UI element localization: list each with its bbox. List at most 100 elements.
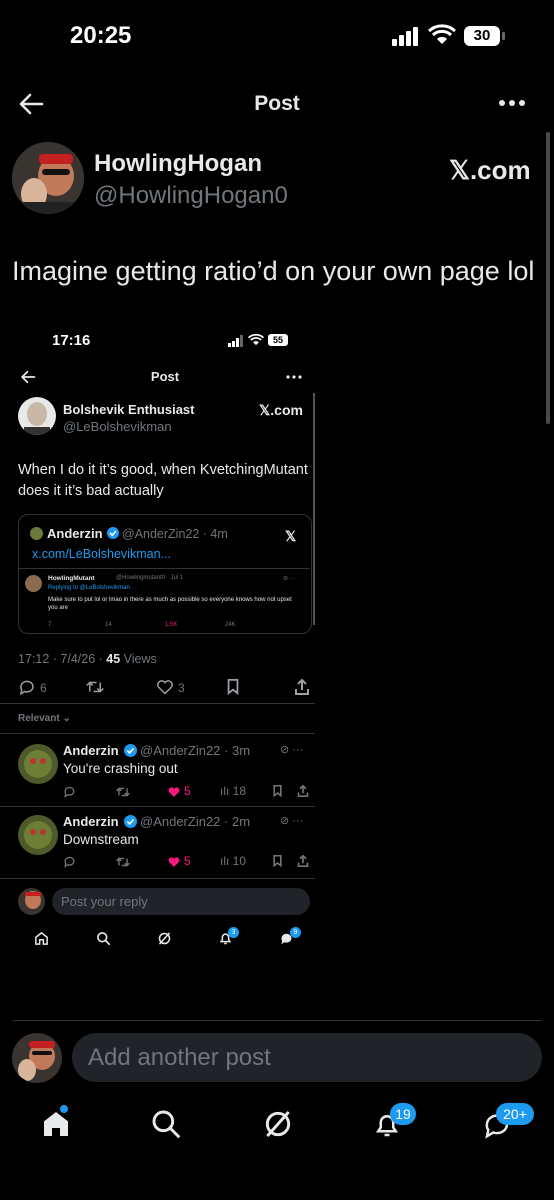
quote-avatar xyxy=(30,527,43,540)
quote-link: x.com/LeBolshevikman... xyxy=(32,547,171,561)
quote-x-icon: 𝕏 xyxy=(285,528,297,544)
embedded-divider xyxy=(0,703,315,704)
reply-text: Downstream xyxy=(63,832,139,847)
quote-inner-text: Make sure to put lol or lmao in there as… xyxy=(48,597,292,611)
embedded-share-icon xyxy=(294,679,310,695)
verified-badge-icon xyxy=(107,527,119,539)
reply-share-icon xyxy=(297,785,309,797)
embedded-like-icon xyxy=(156,679,174,695)
views-icon: ılı xyxy=(220,784,233,798)
reply-author-name: Anderzin xyxy=(63,814,119,829)
embedded-repost-icon xyxy=(86,679,104,695)
embedded-grok-icon xyxy=(157,931,172,946)
reply-more-icon: ⊘ ··· xyxy=(280,744,304,756)
messages-badge: 20+ xyxy=(496,1103,534,1125)
embedded-messages-badge: 9 xyxy=(290,927,301,938)
notifications-badge: 19 xyxy=(390,1103,416,1125)
quote-inner-meta: @Howlingmutant0 · Jul 1 xyxy=(116,575,184,581)
reply-share-icon xyxy=(297,855,309,867)
embedded-page-title: Post xyxy=(150,369,180,384)
embedded-reply-count: 6 xyxy=(40,681,47,695)
reply-more-icon: ⊘ ··· xyxy=(280,815,304,827)
add-another-post-input[interactable]: Add another post xyxy=(72,1033,542,1082)
post-text: Imagine getting ratio’d on your own page… xyxy=(12,256,535,286)
composer-avatar[interactable] xyxy=(12,1033,62,1083)
reply-view-count: ılı 18 xyxy=(220,784,247,798)
embedded-author-name: Bolshevik Enthusiast xyxy=(63,402,195,417)
quote-author-name: Anderzin xyxy=(47,526,103,541)
reply-comment-icon xyxy=(63,785,76,798)
embedded-search-icon xyxy=(96,931,111,946)
embedded-like-count: 3 xyxy=(178,681,185,695)
views-label: Views xyxy=(120,652,157,666)
quote-inner-repost-count: 14 xyxy=(105,622,112,628)
reply-like-icon xyxy=(167,786,181,798)
embedded-status-time: 17:16 xyxy=(52,332,91,349)
page-title: Post xyxy=(254,92,300,115)
battery-indicator: 30 xyxy=(464,26,505,46)
author-name[interactable]: HowlingHogan xyxy=(94,150,262,178)
embedded-composer-avatar xyxy=(18,888,45,915)
reply-like-icon xyxy=(167,856,181,868)
quote-inner-like-count: 1.5K xyxy=(165,622,178,628)
scrollbar[interactable] xyxy=(546,132,550,424)
embedded-author-handle: @LeBolshevikman xyxy=(63,419,172,434)
views-count: 45 xyxy=(106,652,121,666)
signal-icon xyxy=(392,26,420,46)
embedded-divider-2 xyxy=(0,733,315,734)
embedded-author-avatar xyxy=(18,397,56,435)
verified-badge-icon xyxy=(124,744,137,757)
quote-inner-reply-count: 7 xyxy=(48,622,52,628)
reply-bookmark-icon xyxy=(272,855,283,867)
reply-like-count: 5 xyxy=(184,854,191,868)
embedded-notifications-badge: 3 xyxy=(228,927,239,938)
verified-badge-icon xyxy=(124,815,137,828)
reply-repost-icon xyxy=(116,856,130,868)
grok-icon[interactable] xyxy=(262,1108,294,1140)
quote-handle-time: @AnderZin22 · 4m xyxy=(122,527,228,541)
embedded-reply-icon xyxy=(18,678,36,696)
quote-divider xyxy=(18,568,310,569)
views-icon: ılı xyxy=(220,854,233,868)
embedded-bookmark-icon xyxy=(226,679,240,695)
quote-inner-view-count: 24K xyxy=(225,622,236,628)
search-icon[interactable] xyxy=(150,1108,182,1140)
add-post-placeholder: Add another post xyxy=(88,1044,271,1071)
embedded-more-icon xyxy=(286,374,302,380)
author-handle[interactable]: @HowlingHogan0 xyxy=(94,182,288,210)
reply-view-count: ılı 10 xyxy=(220,854,247,868)
reply-divider xyxy=(0,806,315,807)
embedded-signal-icon xyxy=(228,335,244,347)
home-notification-dot xyxy=(60,1105,68,1113)
embedded-reply-box: Post your reply xyxy=(52,888,310,915)
post-timestamp: 17:12 · 7/4/26 · xyxy=(18,652,107,666)
reply-text: You're crashing out xyxy=(63,761,178,776)
author-avatar[interactable] xyxy=(12,142,84,214)
reply-avatar xyxy=(18,815,58,855)
reply-handle-time: @AnderZin22 · 3m xyxy=(140,743,251,758)
reply-author-name: Anderzin xyxy=(63,743,119,758)
embedded-battery: 55 xyxy=(268,334,288,346)
reply-repost-icon xyxy=(116,786,130,798)
source-label: 𝕏.com xyxy=(449,155,531,185)
reply-like-count: 5 xyxy=(184,784,191,798)
status-time: 20:25 xyxy=(70,22,132,49)
embedded-scrollbar xyxy=(313,393,315,625)
reply-comment-icon xyxy=(63,855,76,868)
reply-avatar xyxy=(18,744,58,784)
home-icon[interactable] xyxy=(40,1108,72,1140)
embedded-post-text: When I do it it’s good, when KvetchingMu… xyxy=(18,462,308,499)
quote-inner-reply: Replying to @LeBolshevikman xyxy=(48,585,130,591)
sort-relevant: Relevant ⌄ xyxy=(18,713,71,724)
embedded-home-icon xyxy=(34,931,49,946)
wifi-icon xyxy=(428,24,456,46)
embedded-source-label: 𝕏.com xyxy=(259,402,303,418)
composer-divider xyxy=(12,1020,542,1021)
post-meta: 17:12 · 7/4/26 · 45 Views xyxy=(18,652,157,666)
quote-inner-avatar xyxy=(25,575,42,592)
reply-divider xyxy=(0,878,315,879)
more-options-icon[interactable] xyxy=(498,98,526,108)
quote-inner-name: HowlingMutant xyxy=(48,575,95,582)
embedded-wifi-icon xyxy=(248,333,264,347)
reply-bookmark-icon xyxy=(272,785,283,797)
